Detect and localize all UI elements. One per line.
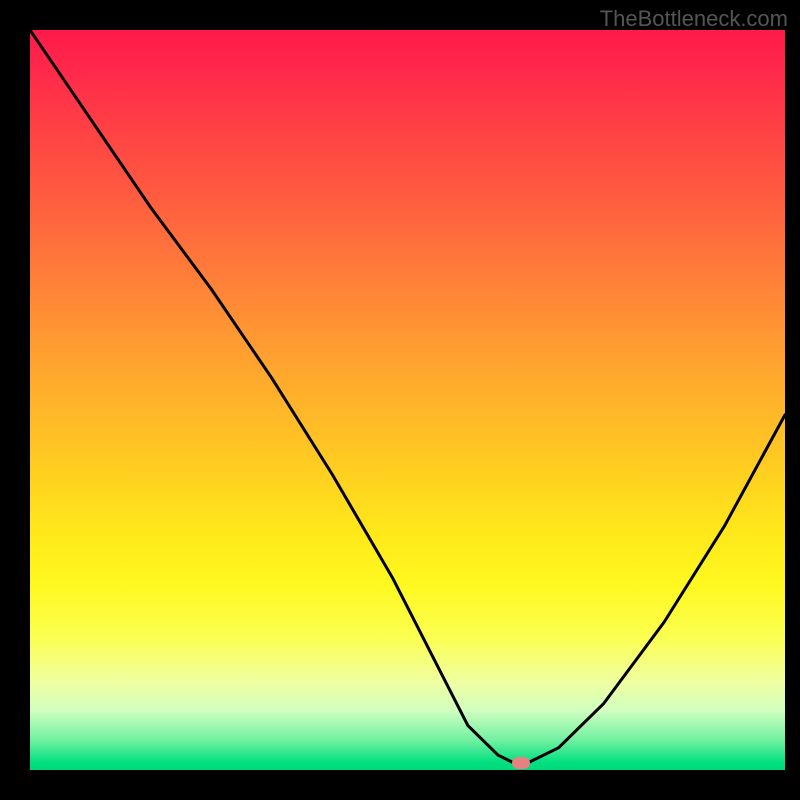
watermark-text: TheBottleneck.com <box>600 6 788 32</box>
optimum-marker <box>512 757 530 769</box>
bottleneck-curve <box>30 30 785 770</box>
plot-area <box>30 30 785 770</box>
